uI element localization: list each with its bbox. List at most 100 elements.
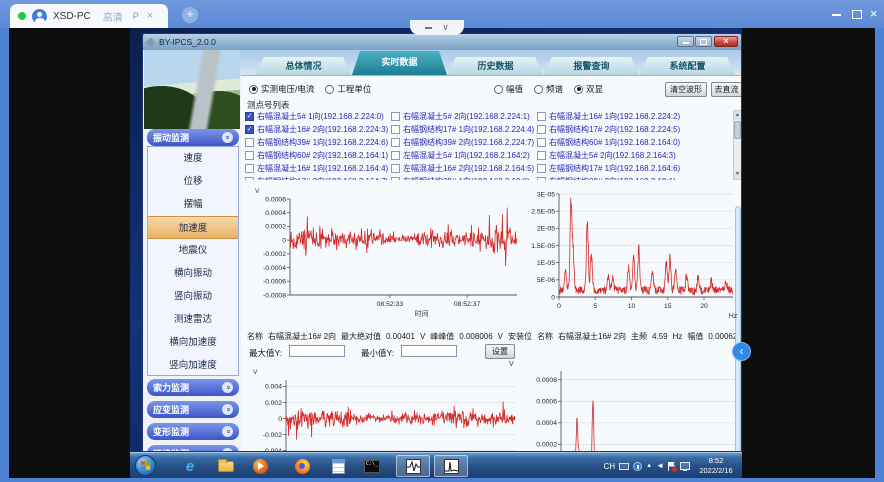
- chart-time-waveform-bottom: 0.0040.0020-0.002-0.004V: [247, 367, 523, 452]
- session-close-button[interactable]: ×: [147, 10, 153, 22]
- p-indicator[interactable]: P: [133, 11, 139, 21]
- app-maximize-button[interactable]: [695, 36, 712, 47]
- language-indicator[interactable]: CH: [604, 462, 616, 471]
- point-checkbox-item[interactable]: 左幅混凝土16# 2向(192.168.2.164:5): [391, 162, 537, 175]
- sidebar-item[interactable]: 加速度: [148, 216, 238, 239]
- point-checkbox-item[interactable]: 右幅混凝土16# 1向(192.168.2.224:2): [537, 110, 683, 123]
- point-checkbox-item[interactable]: 右幅混凝土5# 2向(192.168.2.224:1): [391, 110, 537, 123]
- point-checkbox-item[interactable]: ✓右幅混凝土5# 1向(192.168.2.224:0): [245, 110, 391, 123]
- app-titlebar[interactable]: BY-IPCS_2.0.0 ×: [143, 34, 741, 50]
- keyboard-icon[interactable]: [619, 463, 629, 470]
- expand-icon[interactable]: »: [222, 382, 233, 393]
- radio-label: 实测电压/电流: [261, 83, 314, 95]
- taskbar-icon-media-player[interactable]: [248, 455, 272, 477]
- info-segment: V: [498, 332, 503, 341]
- sidebar-section-header-5[interactable]: 环境监测»: [147, 445, 239, 452]
- pill-minimize-icon[interactable]: [425, 27, 432, 29]
- expand-icon[interactable]: »: [222, 404, 233, 415]
- tick-label: 1.5E-05: [531, 243, 555, 250]
- tray-clock[interactable]: 8:52 2022/2/16: [694, 456, 738, 476]
- show-hidden-icons[interactable]: ▲: [646, 463, 652, 469]
- set-range-button[interactable]: 设置: [485, 344, 515, 359]
- app-tab-5[interactable]: 系统配置: [640, 57, 735, 75]
- sidebar-item[interactable]: 速度: [148, 147, 238, 170]
- app-tab-2[interactable]: 实时数据: [352, 51, 447, 75]
- sidebar-item[interactable]: 竖向振动: [148, 285, 238, 308]
- bluetooth-icon[interactable]: [633, 462, 642, 471]
- point-checkbox-item[interactable]: 左幅混凝土16# 1向(192.168.2.164:4): [245, 162, 391, 175]
- sidebar-item[interactable]: 竖向加速度: [148, 354, 238, 376]
- chevron-down-icon[interactable]: ∨: [442, 23, 449, 32]
- app-tab-4[interactable]: 报警查询: [544, 57, 639, 75]
- viewer-restore-button[interactable]: [852, 7, 862, 19]
- max-y-input[interactable]: [289, 345, 345, 357]
- display-radio-group: 幅值频谱双显: [494, 83, 603, 95]
- system-tray: CH ▲ ◄ 8:52 2022/2/16: [604, 453, 738, 478]
- tick-label: 0: [551, 294, 555, 301]
- taskbar-icon-notepad[interactable]: [326, 455, 350, 477]
- point-checkbox-item[interactable]: 右幅钢结构60# 2向(192.168.2.164:1): [245, 149, 391, 162]
- sidebar-item[interactable]: 摆幅: [148, 193, 238, 216]
- app-tab-1[interactable]: 总体情况: [256, 57, 351, 75]
- tick-label: 0: [557, 303, 561, 310]
- remove-dc-button[interactable]: 去直流: [711, 82, 742, 97]
- start-button[interactable]: [135, 455, 156, 476]
- sidebar-section-header-1[interactable]: 振动监测»: [147, 129, 239, 146]
- tick-label: 0: [278, 416, 282, 423]
- volume-icon[interactable]: ◄: [656, 462, 664, 470]
- taskbar-icon-waveform-monitor-1[interactable]: [396, 455, 430, 477]
- new-session-button[interactable]: +: [182, 7, 198, 23]
- minimize-icon: [832, 14, 841, 16]
- sidebar-item[interactable]: 测速雷达: [148, 308, 238, 331]
- unit-radio-option[interactable]: 实测电压/电流: [249, 83, 314, 95]
- action-center-icon[interactable]: [668, 462, 676, 471]
- point-checkbox-item[interactable]: 左幅钢结构17# 1向(192.168.2.164:6): [537, 162, 683, 175]
- sidebar-item[interactable]: 地震仪: [148, 239, 238, 262]
- radio-icon: [494, 85, 503, 94]
- tick-label: 0.0004: [265, 210, 286, 217]
- network-icon[interactable]: [680, 462, 690, 470]
- point-label: 左幅钢结构17# 1向(192.168.2.164:6): [549, 163, 680, 174]
- point-checkbox-item[interactable]: 右幅钢结构17# 1向(192.168.2.224:4): [391, 123, 537, 136]
- taskbar-icon-internet-explorer[interactable]: e: [178, 455, 202, 477]
- scroll-thumb[interactable]: [734, 121, 741, 139]
- clear-waveform-button[interactable]: 清空波形: [665, 82, 707, 97]
- panel-toggle-button[interactable]: ‹: [732, 342, 751, 361]
- display-radio-option[interactable]: 频谱: [534, 83, 563, 95]
- info-segment: 名称: [247, 332, 263, 341]
- viewer-minimize-button[interactable]: [832, 7, 841, 16]
- sidebar-item[interactable]: 位移: [148, 170, 238, 193]
- scroll-up-icon[interactable]: ▲: [734, 111, 741, 120]
- point-checkbox-item[interactable]: 右幅钢结构39# 1向(192.168.2.224:6): [245, 136, 391, 149]
- sidebar-section-header-4[interactable]: 变形监测»: [147, 423, 239, 440]
- expand-icon[interactable]: »: [222, 426, 233, 437]
- point-checkbox-item[interactable]: 右幅钢结构60# 1向(192.168.2.164:0): [537, 136, 683, 149]
- taskbar-icon-command-prompt[interactable]: C:\_: [360, 455, 384, 477]
- point-checkbox-item[interactable]: 右幅钢结构39# 2向(192.168.2.224:7): [391, 136, 537, 149]
- session-tab[interactable]: XSD-PC 高清 P ×: [10, 4, 168, 28]
- point-checkbox-item[interactable]: 左幅混凝土5# 1向(192.168.2.164:2): [391, 149, 537, 162]
- sidebar-section-header-3[interactable]: 应变监测»: [147, 401, 239, 418]
- remote-toolbar-pill[interactable]: ∨: [410, 20, 464, 35]
- taskbar-icon-file-explorer[interactable]: [214, 455, 238, 477]
- info-segment: 主频: [631, 332, 647, 341]
- display-radio-option[interactable]: 双显: [574, 83, 603, 95]
- sidebar-item[interactable]: 横向振动: [148, 262, 238, 285]
- taskbar-icon-firefox[interactable]: [290, 455, 314, 477]
- quality-button[interactable]: 高清: [103, 9, 123, 24]
- point-checkbox-item[interactable]: 左幅混凝土5# 2向(192.168.2.164:3): [537, 149, 683, 162]
- point-checkbox-item[interactable]: ✓右幅混凝土16# 2向(192.168.2.224:3): [245, 123, 391, 136]
- point-list-scrollbar[interactable]: ▲ ▼: [733, 110, 742, 180]
- viewer-close-button[interactable]: ×: [870, 7, 878, 21]
- collapse-icon[interactable]: »: [222, 132, 233, 143]
- display-radio-option[interactable]: 幅值: [494, 83, 523, 95]
- taskbar-icon-waveform-monitor-2[interactable]: [434, 455, 468, 477]
- app-close-button[interactable]: ×: [714, 36, 738, 47]
- app-minimize-button[interactable]: [677, 36, 694, 47]
- app-tab-3[interactable]: 历史数据: [448, 57, 543, 75]
- sidebar-item[interactable]: 横向加速度: [148, 331, 238, 354]
- unit-radio-option[interactable]: 工程单位: [325, 83, 371, 95]
- point-checkbox-item[interactable]: 右幅钢结构17# 2向(192.168.2.224:5): [537, 123, 683, 136]
- sidebar-section-header-2[interactable]: 索力监测»: [147, 379, 239, 396]
- min-y-input[interactable]: [401, 345, 457, 357]
